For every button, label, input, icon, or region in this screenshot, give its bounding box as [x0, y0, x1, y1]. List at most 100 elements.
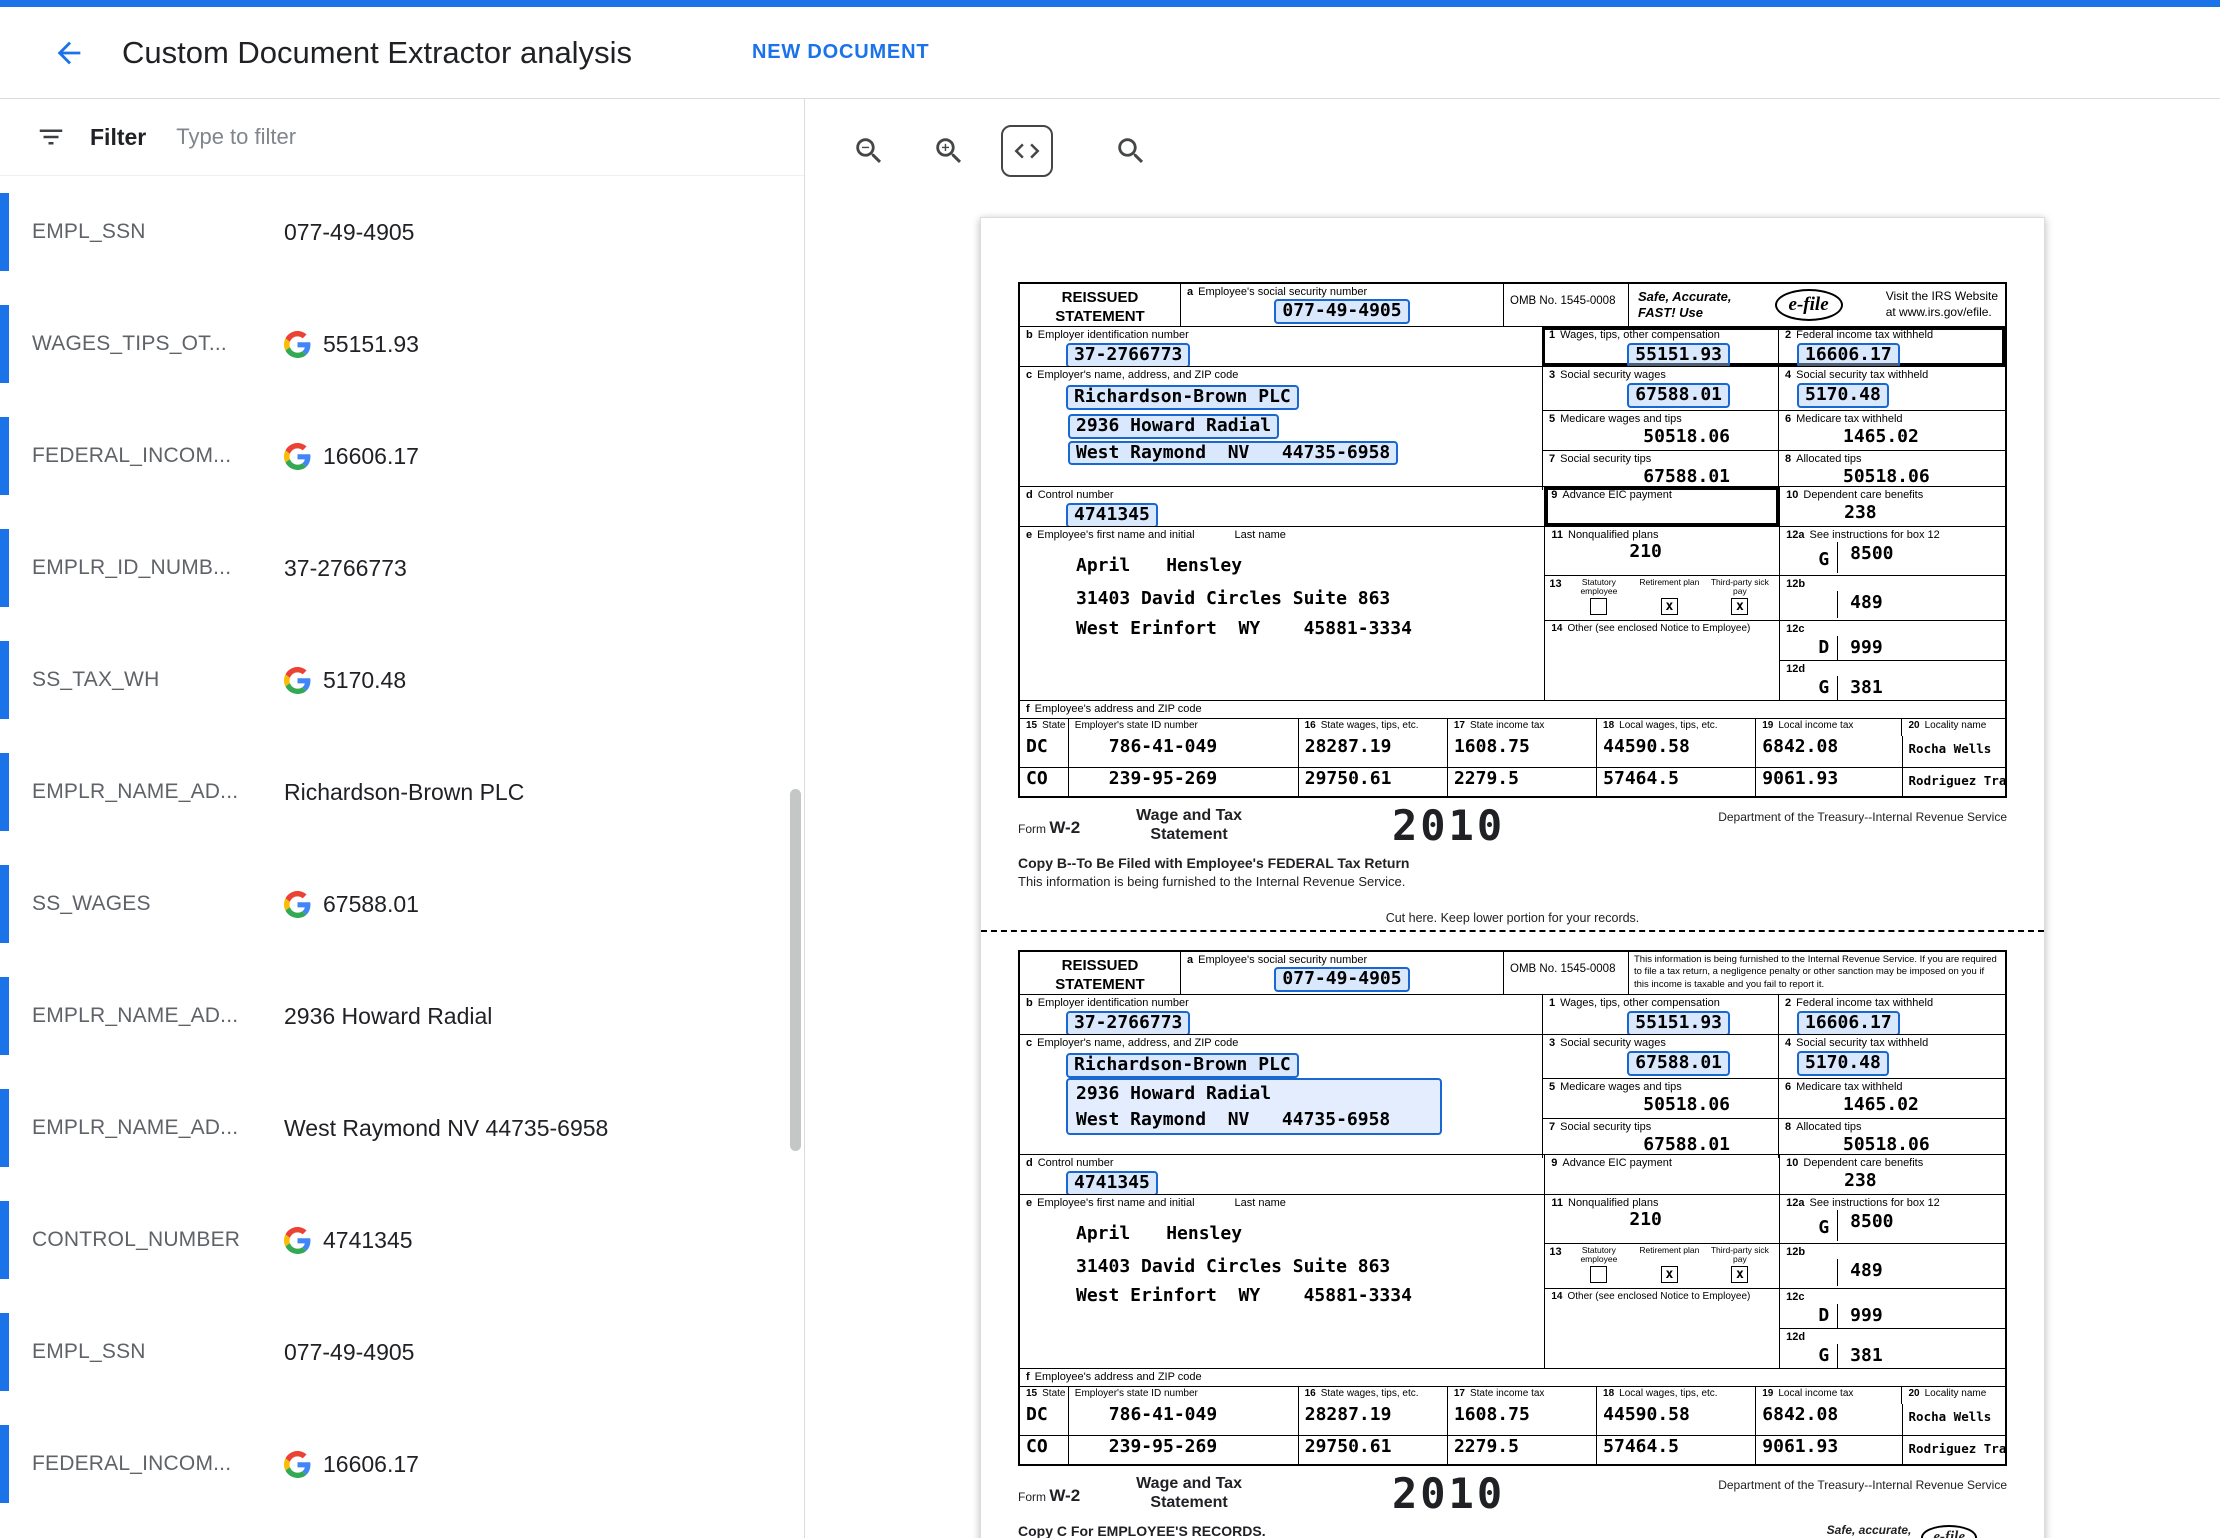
boxes-12-stack: 12aSee instructions for box 12 G8500 12b…: [1779, 527, 2005, 700]
boxes-3-8-stack: 3Social security wages 67588.01 4Social …: [1542, 1035, 2005, 1154]
entity-row[interactable]: EMPL_SSN 077-49-4905: [0, 1296, 804, 1408]
w2-footer: Form W-2 Wage and TaxStatement 2010 Depa…: [1018, 806, 2007, 889]
omb-number: OMB No. 1545-0008: [1503, 284, 1628, 326]
state-row-1: DC 786-41-049 28287.19 1608.75 44590.58 …: [1020, 736, 2005, 767]
entity-row[interactable]: WAGES_TIPS_OT... 55151.93: [0, 288, 804, 400]
employer-street-highlight[interactable]: 2936 Howard Radial: [1068, 1082, 1279, 1107]
entity-value: 16606.17: [323, 443, 419, 470]
page-title: Custom Document Extractor analysis: [122, 35, 632, 71]
w2-box-d-control: dControl number 4741345: [1020, 487, 1544, 526]
ss-tax-highlight[interactable]: 5170.48: [1797, 383, 1889, 408]
federal-tax-highlight[interactable]: 16606.17: [1797, 343, 1900, 366]
filter-input[interactable]: [176, 124, 768, 150]
third-party-checkbox: x: [1731, 598, 1748, 615]
w2-box-11-nonqualified: 11Nonqualified plans 210: [1544, 1195, 1779, 1243]
w2-state-table: 15State Employer's state ID number 16Sta…: [1020, 1386, 2005, 1464]
tax-year: 2010: [1392, 806, 1505, 846]
zoom-out-button[interactable]: [841, 123, 897, 179]
back-arrow-icon: [52, 36, 86, 70]
code-view-button[interactable]: [1001, 125, 1053, 177]
w2-box-11-nonqualified: 11Nonqualified plans 210: [1544, 527, 1779, 575]
employer-name-highlight[interactable]: Richardson-Brown PLC: [1066, 385, 1299, 410]
employer-city-highlight[interactable]: West Raymond NV 44735-6958: [1068, 441, 1398, 466]
entity-row[interactable]: SS_WAGES 67588.01: [0, 848, 804, 960]
document-viewer[interactable]: REISSUED STATEMENT aEmployee's social se…: [805, 203, 2220, 1538]
boxes-3-8-stack: 3Social security wages 67588.01 4Social …: [1542, 367, 2005, 486]
ss-wages-highlight[interactable]: 67588.01: [1627, 1051, 1730, 1076]
ss-wages-highlight[interactable]: 67588.01: [1627, 383, 1730, 408]
wages-highlight[interactable]: 55151.93: [1627, 1011, 1730, 1034]
employer-name-highlight[interactable]: Richardson-Brown PLC: [1066, 1053, 1299, 1078]
w2-box-12a: 12aSee instructions for box 12 G8500: [1779, 527, 2005, 575]
entity-value-wrap: West Raymond NV 44735-6958: [284, 1115, 608, 1142]
w2-box-2-federal-tax: 2Federal income tax withheld 16606.17: [1778, 327, 2005, 366]
omb-number: OMB No. 1545-0008: [1503, 952, 1628, 994]
zoom-in-button[interactable]: [921, 123, 977, 179]
entity-row[interactable]: FEDERAL_INCOM... 16606.17: [0, 1408, 804, 1520]
entity-row[interactable]: EMPLR_ID_NUMB... 37-2766773: [0, 512, 804, 624]
entity-label: CONTROL_NUMBER: [32, 1228, 284, 1252]
entity-accent-bar: [0, 641, 9, 719]
ssn-highlight[interactable]: 077-49-4905: [1274, 967, 1409, 992]
entity-row[interactable]: EMPLR_NAME_AD... Richardson-Brown PLC: [0, 736, 804, 848]
zoom-in-icon: [932, 134, 966, 168]
reissued-statement: REISSUED STATEMENT: [1020, 284, 1180, 326]
new-document-button[interactable]: NEW DOCUMENT: [752, 41, 929, 64]
ss-tax-highlight[interactable]: 5170.48: [1797, 1051, 1889, 1076]
w2-box-e-employee: eEmployee's first name and initialLast n…: [1020, 527, 1544, 700]
ein-highlight[interactable]: 37-2766773: [1066, 1011, 1190, 1034]
entity-value: West Raymond NV 44735-6958: [284, 1115, 608, 1142]
filter-row: Filter: [0, 99, 804, 176]
entity-label: EMPL_SSN: [32, 220, 284, 244]
back-button[interactable]: [44, 28, 94, 78]
w2-top-band: REISSUED STATEMENT aEmployee's social se…: [1020, 952, 2005, 994]
w2-box-8-allocated-tips: 8Allocated tips 50518.06: [1778, 1119, 2005, 1158]
employer-street-highlight[interactable]: 2936 Howard Radial: [1068, 414, 1279, 439]
entity-value: 16606.17: [323, 1451, 419, 1478]
tax-year: 2010: [1392, 1474, 1505, 1514]
w2-box-12c: 12c D999: [1779, 620, 2005, 660]
control-number-highlight[interactable]: 4741345: [1066, 503, 1158, 526]
w2-box-13-checkboxes: 13 Statutory employee Retirement plan x …: [1544, 1243, 1779, 1288]
employer-address-group: 2936 Howard Radial West Raymond NV 44735…: [1066, 1078, 1442, 1135]
app-header: Custom Document Extractor analysis NEW D…: [0, 7, 2220, 99]
w2-box-a-ssn: aEmployee's social security number 077-4…: [1180, 284, 1503, 326]
entity-label: SS_TAX_WH: [32, 668, 284, 692]
entity-accent-bar: [0, 1425, 9, 1503]
w2-box-7-ss-tips: 7Social security tips 67588.01: [1542, 451, 1778, 490]
entity-accent-bar: [0, 417, 9, 495]
control-number-highlight[interactable]: 4741345: [1066, 1171, 1158, 1194]
entity-row[interactable]: FEDERAL_INCOM... 16606.17: [0, 400, 804, 512]
entity-row[interactable]: SS_TAX_WH 5170.48: [0, 624, 804, 736]
entity-row[interactable]: CONTROL_NUMBER 4741345: [0, 1184, 804, 1296]
w2-box-10-dependent-care: 10Dependent care benefits 238: [1779, 487, 2005, 526]
entity-row[interactable]: EMPLR_NAME_AD... 2936 Howard Radial: [0, 960, 804, 1072]
copy-designation: Copy C For EMPLOYEE'S RECORDS. (See encl…: [1018, 1523, 1266, 1538]
w2-box-3-ss-wages: 3Social security wages 67588.01: [1542, 1035, 1778, 1078]
entity-value: 5170.48: [323, 667, 406, 694]
scrollbar-thumb[interactable]: [790, 789, 801, 1151]
wages-highlight[interactable]: 55151.93: [1627, 343, 1730, 366]
entity-value: 2936 Howard Radial: [284, 1003, 492, 1030]
ein-highlight[interactable]: 37-2766773: [1066, 343, 1190, 366]
w2-box-4-ss-tax: 4Social security tax withheld 5170.48: [1778, 367, 2005, 410]
entity-value-wrap: 077-49-4905: [284, 1339, 414, 1366]
entity-value-wrap: 4741345: [284, 1227, 413, 1254]
entity-row[interactable]: EMPL_SSN 077-49-4905: [0, 176, 804, 288]
w2-box-d-control: dControl number 4741345: [1020, 1155, 1544, 1194]
entity-label: EMPLR_NAME_AD...: [32, 1116, 284, 1140]
entity-value-wrap: 5170.48: [284, 667, 406, 694]
ssn-highlight[interactable]: 077-49-4905: [1274, 299, 1409, 324]
w2-box-f-address-label: fEmployee's address and ZIP code: [1020, 1368, 2005, 1386]
loading-bar: [0, 0, 2220, 7]
third-party-sick-pay-group: Third-party sick pay x: [1705, 578, 1776, 615]
federal-tax-highlight[interactable]: 16606.17: [1797, 1011, 1900, 1034]
entity-row[interactable]: EMPLR_NAME_AD... West Raymond NV 44735-6…: [0, 1072, 804, 1184]
search-icon: [1114, 134, 1148, 168]
boxes-11-13-14-stack: 11Nonqualified plans 210 13 Statutory em…: [1544, 1195, 1779, 1368]
statutory-checkbox: [1590, 1266, 1607, 1283]
search-button[interactable]: [1103, 123, 1159, 179]
boxes-1-2-group: 1Wages, tips, other compensation 55151.9…: [1542, 327, 2005, 366]
employer-city-highlight[interactable]: West Raymond NV 44735-6958: [1068, 1108, 1398, 1133]
w2-box-12d: 12d G381: [1779, 660, 2005, 700]
